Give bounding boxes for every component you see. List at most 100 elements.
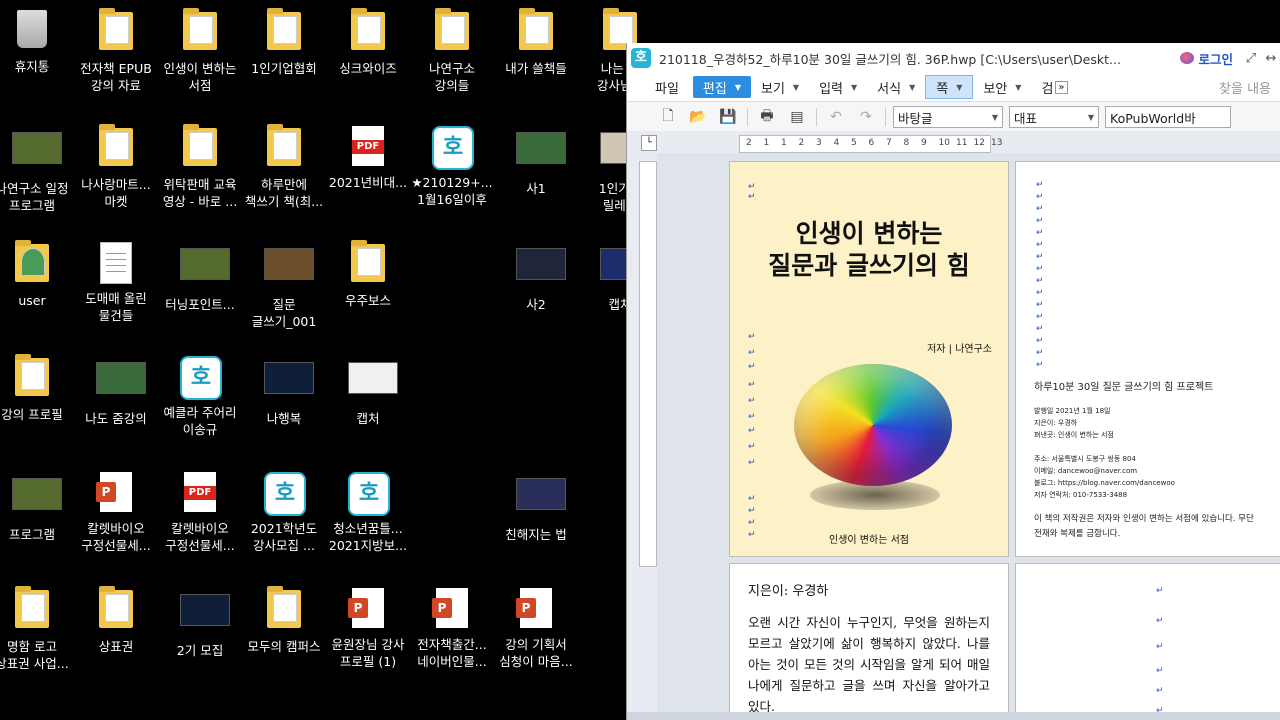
paragraph-mark-icon: ↵ bbox=[1036, 300, 1044, 310]
menu-view-label: 보기 bbox=[761, 81, 785, 97]
expand-icon[interactable]: ⤢ bbox=[1241, 51, 1261, 66]
desktop-icon-label: 명함 로고 상표권 사업... bbox=[0, 639, 69, 671]
desktop-icon[interactable]: P 전자책출간... 네이버인물... bbox=[410, 588, 494, 670]
horizontal-ruler[interactable]: 2 1 1 2 3 4 5 6 7 8 9 10 11 12 13 bbox=[739, 135, 1002, 153]
desktop-icon[interactable]: 나사랑마트... 마켓 bbox=[74, 124, 158, 210]
desktop-icon[interactable]: P 강의 기획서 심청이 마음... bbox=[494, 588, 578, 670]
paragraph-mark-icon: ↵ bbox=[1036, 312, 1044, 322]
desktop-icon[interactable]: 상표권 bbox=[74, 586, 158, 655]
desktop-icon[interactable]: 프로그램 bbox=[0, 472, 74, 543]
desktop-icon[interactable]: P 칼렛바이오 구정선물세... bbox=[74, 472, 158, 554]
menu-security[interactable]: 보안 ▼ bbox=[973, 76, 1031, 98]
desktop-icon[interactable]: 터닝포인트... bbox=[158, 242, 242, 313]
desktop-icon[interactable]: 모두의 캠퍼스 bbox=[242, 586, 326, 655]
desktop-icon[interactable]: 휴지통 bbox=[0, 10, 74, 75]
desktop-icon[interactable]: 사2 bbox=[494, 242, 578, 313]
copyright-page[interactable]: 하루10분 30일 질문 글쓰기의 힘 프로젝트 발행일 2021년 1월 18… bbox=[1015, 161, 1280, 557]
image-thumbnail-icon bbox=[264, 248, 314, 292]
print-preview-icon[interactable]: ▤ bbox=[784, 106, 810, 128]
desktop-icon[interactable]: 인생이 변하는 서점 bbox=[158, 8, 242, 94]
desktop-icon[interactable]: 위탁판매 교육 영상 - 바로 ... bbox=[158, 124, 242, 210]
desktop-icon-label: 위탁판매 교육 영상 - 바로 ... bbox=[162, 177, 238, 209]
desktop-icon-label: 질문 글쓰기_001 bbox=[251, 297, 317, 329]
menu-view[interactable]: 보기 ▼ bbox=[751, 76, 809, 98]
desktop-icon[interactable]: 강의 프로필 bbox=[0, 354, 74, 423]
document-area[interactable]: 인생이 변하는 질문과 글쓰기의 힘 저자 | 나연구소 인생이 변하는 서점 ↵… bbox=[657, 153, 1280, 713]
desktop-icon-label: 내가 쓸책들 bbox=[505, 61, 567, 76]
desktop-icon[interactable]: 싱크와이즈 bbox=[326, 8, 410, 77]
blank-page[interactable]: ↵ ↵ ↵ ↵ ↵ ↵ bbox=[1015, 563, 1280, 713]
menu-edit[interactable]: 편집 ▼ bbox=[692, 76, 751, 98]
image-thumbnail-icon bbox=[180, 594, 230, 638]
desktop-icon[interactable]: 나행복 bbox=[242, 356, 326, 427]
undo-icon[interactable]: ↶ bbox=[823, 106, 849, 128]
menu-format[interactable]: 서식 ▼ bbox=[867, 76, 925, 98]
find-input[interactable]: 찾을 내용 bbox=[1209, 76, 1280, 98]
desktop-icon[interactable]: 나연구소 일정 프로그램 bbox=[0, 126, 74, 214]
folder-icon bbox=[264, 124, 304, 172]
desktop-icon[interactable]: 1인기업협회 bbox=[242, 8, 326, 77]
split-icon[interactable]: ↔ bbox=[1261, 51, 1280, 66]
cover-page[interactable]: 인생이 변하는 질문과 글쓰기의 힘 저자 | 나연구소 인생이 변하는 서점 ↵… bbox=[729, 161, 1009, 557]
desktop-icon[interactable]: 나연구소 강의들 bbox=[410, 8, 494, 94]
redo-icon[interactable]: ↷ bbox=[853, 106, 879, 128]
font-select[interactable]: KoPubWorld바 bbox=[1105, 106, 1231, 128]
desktop-icon[interactable]: 캡처 bbox=[326, 356, 410, 427]
ruler-row: └ 2 1 1 2 3 4 5 6 7 8 9 10 11 12 13 bbox=[627, 131, 1280, 153]
desktop-icon[interactable]: 내가 쓸책들 bbox=[494, 8, 578, 77]
desktop-icon[interactable]: 전자책 EPUB 강의 자료 bbox=[74, 8, 158, 94]
desktop-icon-label: 칼렛바이오 구정선물세... bbox=[165, 521, 235, 553]
vertical-ruler[interactable] bbox=[639, 161, 657, 567]
desktop-icon-label: 휴지통 bbox=[14, 59, 50, 74]
new-document-icon[interactable]: 🗋 bbox=[655, 106, 681, 128]
language-select[interactable]: 대표 ▼ bbox=[1009, 106, 1099, 128]
image-thumbnail-icon bbox=[516, 248, 566, 292]
desktop-icon[interactable]: 호 ★210129+... 1월16일이후 bbox=[410, 126, 494, 208]
menu-insert[interactable]: 입력 ▼ bbox=[809, 76, 867, 98]
menu-more-button[interactable]: » bbox=[1055, 80, 1068, 94]
desktop-icon[interactable]: 2기 모집 bbox=[158, 588, 242, 659]
desktop-icon-label: 나행복 bbox=[266, 411, 302, 426]
open-folder-icon[interactable]: 📂 bbox=[685, 106, 711, 128]
author-page[interactable]: 지은이: 우경하 오랜 시간 자신이 누구인지, 무엇을 원하는지 모르고 살았… bbox=[729, 563, 1009, 713]
style-select[interactable]: 바탕글 ▼ bbox=[893, 106, 1003, 128]
desktop-icon[interactable]: 명함 로고 상표권 사업... bbox=[0, 586, 74, 672]
desktop-icon[interactable]: P 윤원장님 강사 프로필 (1) bbox=[326, 588, 410, 670]
ruler-tick-label: 2 bbox=[746, 138, 752, 148]
desktop-icon[interactable]: 도매매 올린 물건들 bbox=[74, 242, 158, 324]
desktop-icon[interactable]: 호 청소년꿈틀... 2021지방보... bbox=[326, 472, 410, 554]
paragraph-mark-icon: ↵ bbox=[1036, 264, 1044, 274]
ruler-tick-label: 1 bbox=[781, 138, 787, 148]
desktop-icon[interactable]: 호 예클라 주어리 이송규 bbox=[158, 356, 242, 438]
menu-page[interactable]: 쪽 ▼ bbox=[925, 75, 974, 99]
desktop-icon[interactable]: PDF 칼렛바이오 구정선물세... bbox=[158, 472, 242, 554]
powerpoint-file-icon: P bbox=[432, 588, 472, 632]
paragraph-mark-icon: ↵ bbox=[1036, 240, 1044, 250]
ruler-tick-label: 10 bbox=[938, 138, 950, 148]
caret-down-icon: ▼ bbox=[851, 82, 858, 92]
menu-file[interactable]: 파일 bbox=[645, 76, 689, 98]
caret-down-icon: ▼ bbox=[909, 82, 916, 92]
desktop-icon-label: 2021학년도 강사모집 ... bbox=[250, 521, 318, 553]
desktop-icon[interactable]: PDF 2021년비대... bbox=[326, 126, 410, 191]
desktop-icon[interactable]: 하루만에 책쓰기 책(최... bbox=[242, 124, 326, 210]
folder-icon bbox=[96, 124, 136, 172]
desktop-icon[interactable]: 질문 글쓰기_001 bbox=[242, 242, 326, 330]
desktop-icon[interactable]: 우주보스 bbox=[326, 240, 410, 309]
powerpoint-file-icon: P bbox=[96, 472, 136, 516]
image-thumbnail-icon bbox=[516, 132, 566, 176]
desktop-icon[interactable]: 친해지는 법 bbox=[494, 472, 578, 543]
desktop-icon[interactable]: 사1 bbox=[494, 126, 578, 197]
print-icon[interactable]: 🖶 bbox=[754, 106, 780, 128]
menu-review[interactable]: 검» bbox=[1031, 76, 1077, 98]
desktop-icon-label: 전자책출간... 네이버인물... bbox=[417, 637, 487, 669]
paragraph-mark-icon: ↵ bbox=[1036, 288, 1044, 298]
desktop-icon[interactable]: 호 2021학년도 강사모집 ... bbox=[242, 472, 326, 554]
login-button[interactable]: 로그인 bbox=[1180, 49, 1233, 68]
toolbar-separator bbox=[816, 108, 817, 126]
menu-format-label: 서식 bbox=[877, 81, 902, 97]
desktop-icon[interactable]: user bbox=[0, 240, 74, 309]
save-icon[interactable]: 💾 bbox=[715, 106, 741, 128]
tab-type-icon[interactable]: └ bbox=[641, 135, 657, 151]
desktop-icon[interactable]: 나도 줌강의 bbox=[74, 356, 158, 427]
